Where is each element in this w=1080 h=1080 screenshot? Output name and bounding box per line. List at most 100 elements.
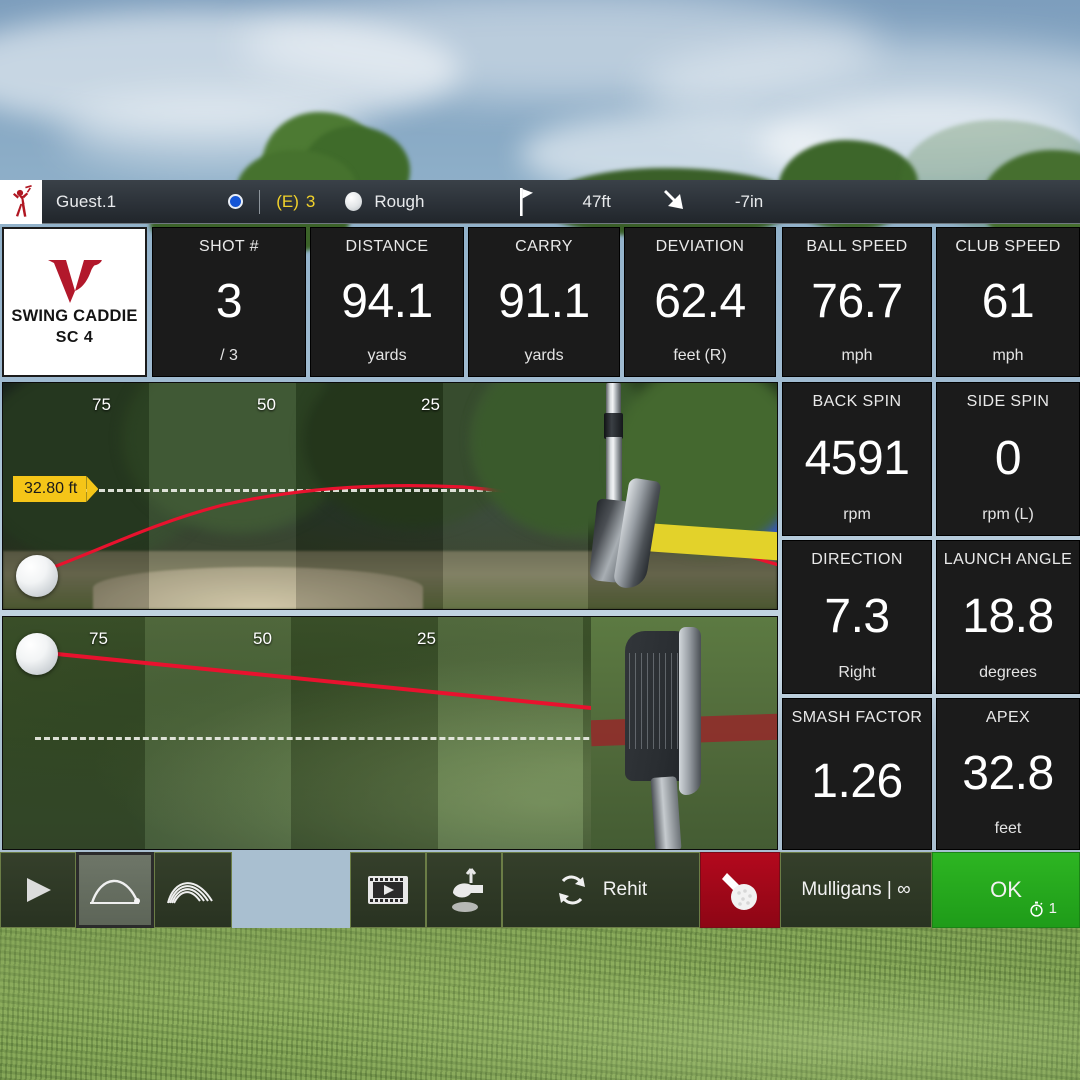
metric-label: BACK SPIN — [812, 393, 902, 410]
elevation-value: -7in — [734, 191, 764, 211]
tee-ball-icon — [719, 867, 761, 913]
metric-card-back-spin: BACK SPIN 4591 rpm — [782, 382, 932, 536]
status-bar: Guest.1 (E) 3 Rough 47ft -7in — [0, 179, 1080, 224]
metric-value: 4591 — [804, 431, 910, 485]
apex-height-tag: 32.80 ft — [13, 476, 87, 502]
trajectory-top-view[interactable]: 75 50 25 — [2, 616, 778, 850]
metric-card-launch-angle: LAUNCH ANGLE 18.8 degrees — [936, 540, 1080, 694]
club-face-grooves — [629, 653, 681, 749]
metric-value: 32.8 — [962, 746, 1054, 800]
logo-model: SC 4 — [55, 329, 94, 346]
drop-ball-button[interactable] — [426, 852, 502, 928]
metric-value: 3 — [215, 274, 243, 328]
metric-unit: degrees — [979, 664, 1037, 681]
metric-card-deviation: DEVIATION 62.4 feet (R) — [624, 227, 776, 377]
play-triangle-icon — [21, 874, 55, 906]
swing-caddie-v-logo — [47, 260, 102, 303]
metric-card-side-spin: SIDE SPIN 0 rpm (L) — [936, 382, 1080, 536]
stroke-count: 3 — [305, 191, 316, 211]
metric-card-apex: APEX 32.8 feet — [936, 698, 1080, 850]
metric-label: SHOT # — [199, 238, 259, 255]
metric-value: 76.7 — [811, 274, 903, 328]
single-trajectory-toggle[interactable] — [76, 852, 154, 928]
metric-label: LAUNCH ANGLE — [943, 551, 1073, 568]
metric-unit: mph — [841, 347, 873, 364]
metric-unit: / 3 — [220, 347, 238, 364]
metric-unit: mph — [992, 347, 1024, 364]
cloud-decoration — [0, 10, 460, 130]
metric-value: 18.8 — [962, 589, 1054, 643]
hand-drop-ball-icon — [441, 867, 487, 913]
ok-timer: 1 — [1029, 900, 1057, 917]
ok-button[interactable]: OK 1 — [932, 852, 1080, 928]
film-play-icon — [366, 873, 410, 907]
all-trajectories-toggle[interactable] — [154, 852, 232, 928]
action-toolbar: Rehit Mulligans | ∞ OK 1 — [0, 852, 1080, 928]
metric-label: SMASH FACTOR — [791, 709, 923, 726]
video-replay-button[interactable] — [350, 852, 426, 928]
metric-value: 61 — [981, 274, 1035, 328]
lie-label: Rough — [374, 191, 425, 211]
metric-card-distance: DISTANCE 94.1 yards — [310, 227, 464, 377]
metric-unit: yards — [524, 347, 564, 364]
rehit-button[interactable]: Rehit — [502, 852, 700, 928]
metric-card-direction: DIRECTION 7.3 Right — [782, 540, 932, 694]
metric-unit: rpm (L) — [982, 506, 1034, 523]
metric-label: BALL SPEED — [806, 238, 908, 255]
yellow-marker-band — [640, 522, 777, 564]
metric-label: DIRECTION — [811, 551, 903, 568]
metric-unit: rpm — [843, 506, 871, 523]
club-hosel — [606, 437, 622, 507]
swing-caddie-logo: SWING CADDIE SC 4 — [2, 227, 147, 377]
golf-ball-icon — [345, 192, 363, 211]
blue-ball-marker-icon — [228, 194, 244, 209]
trajectory-side-view[interactable]: 75 50 25 32.80 ft — [2, 382, 778, 610]
metric-card-ball-speed: BALL SPEED 76.7 mph — [782, 227, 932, 377]
down-right-arrow-icon — [661, 188, 691, 216]
metric-value: 94.1 — [341, 274, 433, 328]
metric-card-smash-factor: SMASH FACTOR 1.26 — [782, 698, 932, 850]
golf-ball-marker — [16, 633, 58, 675]
metric-unit: yards — [367, 347, 407, 364]
ok-label: OK — [990, 877, 1022, 902]
stopwatch-icon — [1029, 901, 1044, 917]
golfer-swing-icon — [0, 179, 42, 224]
metric-label: APEX — [985, 709, 1031, 726]
golf-ball-marker — [16, 555, 58, 597]
club-photo-region — [591, 617, 777, 849]
metric-value: 62.4 — [654, 274, 746, 328]
player-name: Guest.1 — [56, 191, 117, 211]
multi-arc-icon — [164, 871, 222, 909]
club-face-edge-highlight — [679, 627, 701, 795]
single-arc-icon — [87, 871, 143, 909]
club-hosel — [650, 776, 682, 849]
metric-label: SIDE SPIN — [966, 393, 1050, 410]
metric-card-shot-number: SHOT # 3 / 3 — [152, 227, 306, 377]
ok-timer-value: 1 — [1048, 900, 1057, 917]
rehit-label: Rehit — [602, 879, 648, 900]
metric-value: 1.26 — [811, 754, 903, 808]
metric-unit: feet (R) — [673, 347, 727, 364]
golf-simulator-screen: Guest.1 (E) 3 Rough 47ft -7in SWING CADD… — [0, 0, 1080, 1080]
play-button[interactable] — [0, 852, 76, 928]
metric-value: 91.1 — [498, 274, 590, 328]
refresh-circular-arrows-icon — [555, 873, 589, 907]
metric-label: DISTANCE — [345, 238, 429, 255]
par-indicator: (E) — [276, 191, 299, 211]
logo-brand-name: SWING CADDIE — [11, 307, 138, 325]
metric-value: 0 — [994, 431, 1022, 485]
grass-background — [0, 928, 1080, 1080]
mulligan-icon-button[interactable] — [700, 852, 780, 928]
metric-value: 7.3 — [824, 589, 890, 643]
metric-unit: feet — [994, 820, 1022, 837]
mulligans-label: Mulligans | ∞ — [801, 879, 911, 900]
metric-label: CLUB SPEED — [955, 238, 1061, 255]
metric-label: DEVIATION — [655, 238, 745, 255]
metric-card-club-speed: CLUB SPEED 61 mph — [936, 227, 1080, 377]
club-photo-region — [463, 383, 777, 609]
metric-label: CARRY — [515, 238, 573, 255]
status-divider — [259, 189, 261, 214]
flag-icon — [518, 187, 538, 216]
mulligans-button[interactable]: Mulligans | ∞ — [780, 852, 932, 928]
